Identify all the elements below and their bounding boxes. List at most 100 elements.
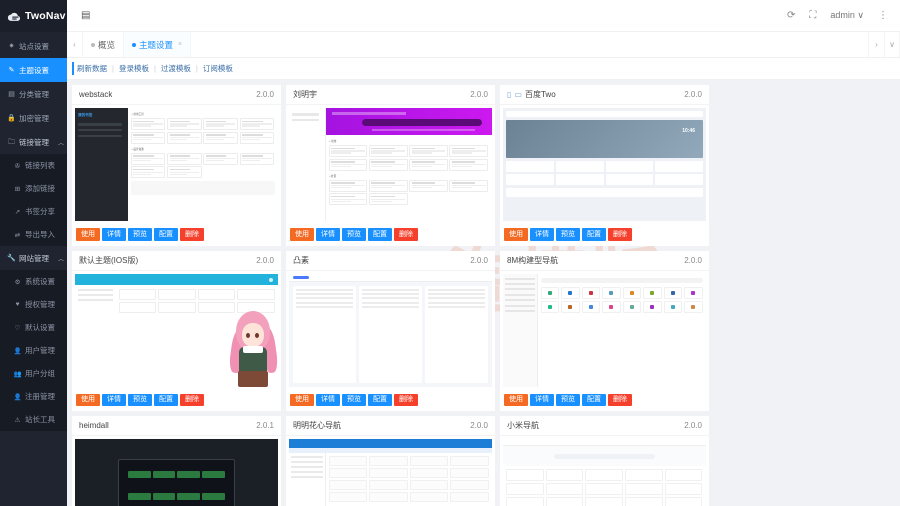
config-button[interactable]: 配置 (582, 394, 606, 407)
sidebar-item-label: 站长工具 (25, 414, 55, 425)
logo[interactable]: TwoNav (0, 0, 67, 32)
config-button[interactable]: 配置 (154, 394, 178, 407)
brush-icon: ✎ (7, 67, 16, 74)
close-icon[interactable]: × (178, 41, 182, 48)
theme-thumbnail[interactable] (75, 274, 278, 387)
menu-fold-icon[interactable]: ▤ (81, 10, 90, 21)
preview-button[interactable]: 预览 (128, 228, 152, 241)
detail-button[interactable]: 详情 (102, 394, 126, 407)
delete-button[interactable]: 删除 (608, 228, 632, 241)
theme-thumbnail[interactable] (289, 274, 492, 387)
config-button[interactable]: 配置 (368, 228, 392, 241)
theme-card: 刘明宇2.0.0 ▪ 常用 ▪ 社区使用详情预览配置删除 (286, 85, 495, 246)
delete-button[interactable]: 删除 (394, 394, 418, 407)
user-icon: 👤 (13, 347, 22, 355)
detail-button[interactable]: 详情 (530, 228, 554, 241)
theme-actions: 使用详情预览配置删除 (286, 390, 495, 412)
sidebar-item-10[interactable]: ⚙系统设置 (0, 270, 67, 293)
use-button[interactable]: 使用 (76, 228, 100, 241)
sidebar-item-label: 主题设置 (19, 65, 67, 76)
subnav-separator: | (154, 64, 156, 73)
preview-button[interactable]: 预览 (342, 228, 366, 241)
sidebar-item-8[interactable]: ⇄导出导入 (0, 223, 67, 246)
theme-version: 2.0.0 (684, 90, 702, 99)
sidebar-item-2[interactable]: ▤分类管理 (0, 82, 67, 106)
tab-0[interactable]: 概览 (83, 32, 124, 57)
theme-card-header: 8M构建型导航 2.0.0 (500, 251, 709, 271)
theme-version: 2.0.0 (684, 256, 702, 265)
sidebar-item-3[interactable]: 🔒加密管理 (0, 106, 67, 130)
sidebar-item-5[interactable]: ✇链接列表 (0, 154, 67, 177)
delete-button[interactable]: 删除 (394, 228, 418, 241)
use-button[interactable]: 使用 (76, 394, 100, 407)
theme-thumbnail[interactable] (503, 274, 706, 387)
sidebar-item-12[interactable]: ♡默认设置 (0, 316, 67, 339)
theme-title: 默认主题(IOS版) (79, 255, 138, 266)
preview-button[interactable]: 预览 (556, 228, 580, 241)
sidebar-item-14[interactable]: 👥用户分组 (0, 362, 67, 385)
detail-button[interactable]: 详情 (530, 394, 554, 407)
sidebar-item-13[interactable]: 👤用户管理 (0, 339, 67, 362)
sidebar-item-15[interactable]: 👤注册管理 (0, 385, 67, 408)
subnav-separator: | (196, 64, 198, 73)
detail-button[interactable]: 详情 (316, 228, 340, 241)
use-button[interactable]: 使用 (504, 394, 528, 407)
warning-icon: ⚠ (13, 416, 22, 424)
theme-title-wrap: ▯▭百度Two (507, 89, 556, 100)
sidebar-item-9[interactable]: 🔧网站管理︿ (0, 246, 67, 270)
more-vertical-icon[interactable]: ⋮ (878, 11, 888, 21)
tabs-scroll-right[interactable]: › (868, 32, 884, 57)
theme-thumbnail[interactable] (75, 439, 278, 506)
delete-button[interactable]: 删除 (180, 228, 204, 241)
refresh-icon[interactable]: ⟳ (787, 11, 795, 21)
theme-thumbnail[interactable] (289, 439, 492, 506)
user-menu[interactable]: admin ∨ (830, 10, 864, 21)
theme-thumbnail[interactable]: 10:46 (503, 108, 706, 221)
logo-text: TwoNav (25, 10, 66, 22)
config-button[interactable]: 配置 (582, 228, 606, 241)
preview-button[interactable]: 预览 (128, 394, 152, 407)
sidebar-item-16[interactable]: ⚠站长工具 (0, 408, 67, 431)
chevron-down-icon: ∨ (857, 10, 864, 20)
sidebar-item-0[interactable]: ✷站点设置 (0, 34, 67, 58)
theme-thumbnail[interactable] (503, 439, 706, 506)
theme-version: 2.0.0 (470, 90, 488, 99)
theme-title-wrap: 默认主题(IOS版) (79, 255, 138, 266)
preview-button[interactable]: 预览 (342, 394, 366, 407)
detail-button[interactable]: 详情 (102, 228, 126, 241)
sidebar-item-7[interactable]: ↗书签分享 (0, 200, 67, 223)
theme-card-header: heimdall2.0.1 (72, 416, 281, 436)
users-icon: 👥 (13, 370, 22, 378)
shield-icon: ♥ (13, 301, 22, 308)
theme-version: 2.0.0 (256, 256, 274, 265)
detail-button[interactable]: 详情 (316, 394, 340, 407)
theme-thumbnail[interactable]: ▪ 常用 ▪ 社区 (289, 108, 492, 221)
theme-title-wrap: 8M构建型导航 (507, 255, 558, 266)
tab-1[interactable]: 主题设置× (124, 32, 191, 57)
sidebar-item-4[interactable]: 🗀链接管理︿ (0, 130, 67, 154)
use-button[interactable]: 使用 (290, 394, 314, 407)
config-button[interactable]: 配置 (154, 228, 178, 241)
sidebar-item-11[interactable]: ♥授权管理 (0, 293, 67, 316)
theme-card-header: 小米导航2.0.0 (500, 416, 709, 436)
use-button[interactable]: 使用 (504, 228, 528, 241)
tab-status-dot (132, 43, 136, 47)
theme-thumbnail[interactable]: 我的书签 ▪ 常用工具 ▪ 设计资源 (75, 108, 278, 221)
theme-card-header: 明明花心导航2.0.0 (286, 416, 495, 436)
fullscreen-icon[interactable]: ⛶ (809, 11, 816, 21)
tabs-scroll-left[interactable]: ‹ (67, 32, 83, 57)
subnav-link-2[interactable]: 过渡模板 (161, 63, 191, 74)
subnav-link-0[interactable]: 刷新数据 (77, 63, 107, 74)
delete-button[interactable]: 删除 (608, 394, 632, 407)
subnav-link-3[interactable]: 订阅模板 (203, 63, 233, 74)
sub-navigation: 刷新数据|登录模板|过渡模板|订阅模板 (67, 58, 900, 80)
use-button[interactable]: 使用 (290, 228, 314, 241)
sidebar-item-6[interactable]: ⊞添加链接 (0, 177, 67, 200)
config-button[interactable]: 配置 (368, 394, 392, 407)
theme-actions: 使用详情预览配置删除 (500, 390, 709, 412)
sidebar-item-1[interactable]: ✎主题设置 (0, 58, 67, 82)
tabs-dropdown[interactable]: ∨ (884, 32, 900, 57)
subnav-link-1[interactable]: 登录模板 (119, 63, 149, 74)
delete-button[interactable]: 删除 (180, 394, 204, 407)
preview-button[interactable]: 预览 (556, 394, 580, 407)
